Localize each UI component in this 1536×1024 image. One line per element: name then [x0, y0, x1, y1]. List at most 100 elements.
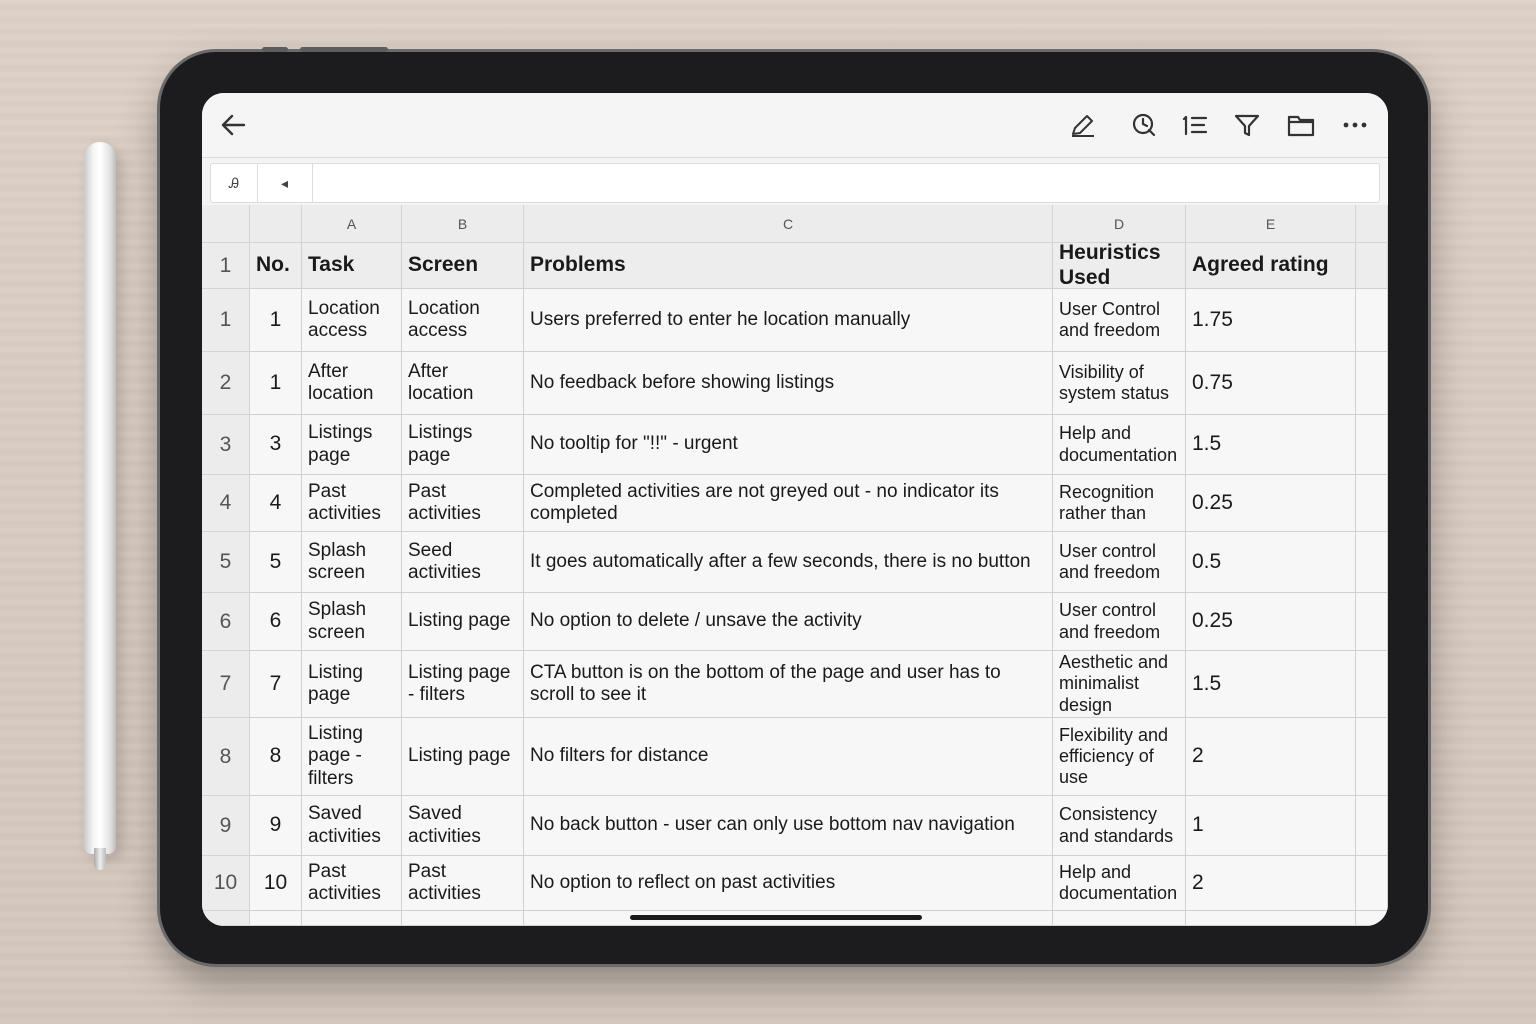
cell-task[interactable]: Splash screen: [302, 593, 402, 651]
cell-problem[interactable]: No option to reflect on past activities: [524, 856, 1053, 911]
cell-task[interactable]: Saved activities: [302, 796, 402, 856]
cell-task[interactable]: Listings page: [302, 415, 402, 475]
cell-screen[interactable]: After location: [402, 352, 524, 415]
cell-rating[interactable]: 0.25: [1186, 593, 1356, 651]
row-header[interactable]: 4: [202, 475, 250, 532]
column-header-a[interactable]: A: [302, 205, 402, 243]
row-header[interactable]: 8: [202, 718, 250, 796]
cell-empty[interactable]: [302, 911, 402, 926]
cell-no[interactable]: 5: [250, 532, 302, 593]
cell-empty[interactable]: [1356, 911, 1388, 926]
cell-empty[interactable]: [1186, 911, 1356, 926]
cell-empty[interactable]: [402, 911, 524, 926]
cell-rating[interactable]: 0.5: [1186, 532, 1356, 593]
cell-no[interactable]: 1: [250, 352, 302, 415]
row-header[interactable]: 6: [202, 593, 250, 651]
cell-empty[interactable]: [1356, 475, 1388, 532]
cell-screen[interactable]: Location access: [402, 289, 524, 352]
column-header-c[interactable]: C: [524, 205, 1053, 243]
cell-rating[interactable]: 1.75: [1186, 289, 1356, 352]
cell-heuristic[interactable]: User control and freedom: [1053, 532, 1186, 593]
cell-empty[interactable]: [1356, 593, 1388, 651]
cell-problem[interactable]: Users preferred to enter he location man…: [524, 289, 1053, 352]
cell-rating[interactable]: 0.25: [1186, 475, 1356, 532]
cell-heuristic[interactable]: Visibility of system status: [1053, 352, 1186, 415]
cell-problem[interactable]: No back button - user can only use botto…: [524, 796, 1053, 856]
cell-screen[interactable]: Listing page: [402, 593, 524, 651]
cell-empty[interactable]: [1356, 352, 1388, 415]
cell-empty[interactable]: [250, 911, 302, 926]
cell-empty[interactable]: [1356, 651, 1388, 718]
cell-no[interactable]: 3: [250, 415, 302, 475]
cell-rating[interactable]: 1: [1186, 796, 1356, 856]
header-problems[interactable]: Problems: [524, 243, 1053, 289]
cell-screen[interactable]: Past activities: [402, 475, 524, 532]
cell-no[interactable]: 7: [250, 651, 302, 718]
row-header[interactable]: 1: [202, 289, 250, 352]
cell-problem[interactable]: No tooltip for "!!" - urgent: [524, 415, 1053, 475]
cell-empty[interactable]: [1356, 796, 1388, 856]
column-header-d[interactable]: D: [1053, 205, 1186, 243]
cell-task[interactable]: After location: [302, 352, 402, 415]
cell-heuristic[interactable]: Help and documentation: [1053, 856, 1186, 911]
column-header-e[interactable]: E: [1186, 205, 1356, 243]
cell-task[interactable]: Splash screen: [302, 532, 402, 593]
cell-no[interactable]: 9: [250, 796, 302, 856]
cell-heuristic[interactable]: Consistency and standards: [1053, 796, 1186, 856]
column-header-blank[interactable]: [250, 205, 302, 243]
collapse-arrow-icon[interactable]: ◂: [257, 164, 313, 202]
header-heuristics[interactable]: Heuristics Used: [1053, 243, 1186, 289]
cell-screen[interactable]: Listing page - filters: [402, 651, 524, 718]
cell-screen[interactable]: Past activities: [402, 856, 524, 911]
cell-problem[interactable]: No feedback before showing listings: [524, 352, 1053, 415]
cell-screen[interactable]: Seed activities: [402, 532, 524, 593]
cell-problem[interactable]: No option to delete / unsave the activit…: [524, 593, 1053, 651]
column-header-blank[interactable]: [1356, 205, 1388, 243]
cell-rating[interactable]: 2: [1186, 856, 1356, 911]
cell-task[interactable]: Listing page - filters: [302, 718, 402, 796]
header-rating[interactable]: Agreed rating: [1186, 243, 1356, 289]
home-indicator[interactable]: [630, 915, 922, 920]
cell-no[interactable]: 10: [250, 856, 302, 911]
cell-empty[interactable]: [1356, 415, 1388, 475]
cell-heuristic[interactable]: Aesthetic and minimalist design: [1053, 651, 1186, 718]
cell-rating[interactable]: 1.5: [1186, 651, 1356, 718]
select-all-corner[interactable]: [202, 205, 250, 243]
cell-task[interactable]: Past activities: [302, 475, 402, 532]
search-history-icon[interactable]: [1128, 111, 1158, 139]
cell-rating[interactable]: 0.75: [1186, 352, 1356, 415]
row-header[interactable]: 3: [202, 415, 250, 475]
header-no[interactable]: No.: [250, 243, 302, 289]
cell-no[interactable]: 6: [250, 593, 302, 651]
cell-problem[interactable]: Completed activities are not greyed out …: [524, 475, 1053, 532]
cell-empty[interactable]: [1356, 718, 1388, 796]
row-header[interactable]: 2: [202, 352, 250, 415]
row-header[interactable]: 5: [202, 532, 250, 593]
cell-empty[interactable]: [1356, 856, 1388, 911]
cell-no[interactable]: 8: [250, 718, 302, 796]
row-header[interactable]: 10: [202, 856, 250, 911]
cell-problem[interactable]: CTA button is on the bottom of the page …: [524, 651, 1053, 718]
row-header[interactable]: 9: [202, 796, 250, 856]
row-header[interactable]: 1: [202, 243, 250, 289]
back-arrow-icon[interactable]: [218, 111, 248, 139]
spreadsheet-grid[interactable]: A B C D E 1 No. Task Screen Problems Heuristics Us…: [202, 205, 1388, 926]
cell-rating[interactable]: 2: [1186, 718, 1356, 796]
column-header-b[interactable]: B: [402, 205, 524, 243]
header-screen[interactable]: Screen: [402, 243, 524, 289]
cell-heuristic[interactable]: Help and documentation: [1053, 415, 1186, 475]
more-icon[interactable]: [1340, 111, 1370, 139]
row-header[interactable]: 7: [202, 651, 250, 718]
cell-empty[interactable]: [1053, 911, 1186, 926]
cell-screen[interactable]: Listings page: [402, 415, 524, 475]
row-header[interactable]: [202, 911, 250, 926]
cell-heuristic[interactable]: Flexibility and efficiency of use: [1053, 718, 1186, 796]
cell-empty[interactable]: [1356, 532, 1388, 593]
cell-empty[interactable]: [1356, 289, 1388, 352]
filter-icon[interactable]: [1232, 111, 1262, 139]
cell-heuristic[interactable]: Recognition rather than: [1053, 475, 1186, 532]
cell-problem[interactable]: No filters for distance: [524, 718, 1053, 796]
cell-task[interactable]: Location access: [302, 289, 402, 352]
cell-heuristic[interactable]: User Control and freedom: [1053, 289, 1186, 352]
cell-no[interactable]: 1: [250, 289, 302, 352]
